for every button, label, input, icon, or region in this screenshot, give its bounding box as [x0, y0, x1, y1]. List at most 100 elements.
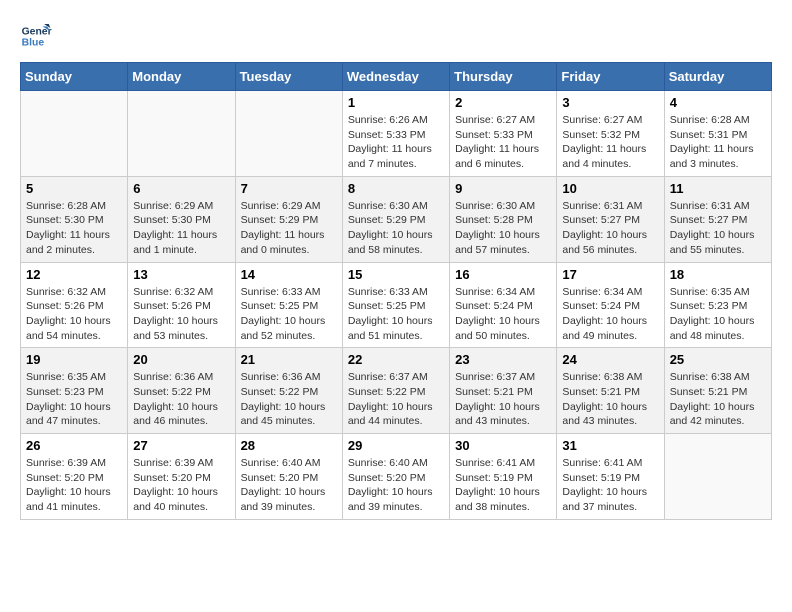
calendar-week-row: 12 Sunrise: 6:32 AMSunset: 5:26 PMDayligh…	[21, 262, 772, 348]
day-info: Sunrise: 6:40 AMSunset: 5:20 PMDaylight:…	[241, 456, 337, 515]
day-number: 14	[241, 267, 337, 282]
day-number: 25	[670, 352, 766, 367]
day-number: 28	[241, 438, 337, 453]
day-info: Sunrise: 6:33 AMSunset: 5:25 PMDaylight:…	[241, 285, 337, 344]
calendar-week-row: 26 Sunrise: 6:39 AMSunset: 5:20 PMDayligh…	[21, 434, 772, 520]
calendar-cell: 2 Sunrise: 6:27 AMSunset: 5:33 PMDaylight…	[450, 91, 557, 177]
weekday-header-tuesday: Tuesday	[235, 63, 342, 91]
day-info: Sunrise: 6:36 AMSunset: 5:22 PMDaylight:…	[133, 370, 229, 429]
calendar-cell	[21, 91, 128, 177]
day-number: 4	[670, 95, 766, 110]
logo: General Blue	[20, 20, 56, 52]
svg-text:Blue: Blue	[22, 38, 45, 49]
day-info: Sunrise: 6:38 AMSunset: 5:21 PMDaylight:…	[562, 370, 658, 429]
day-number: 17	[562, 267, 658, 282]
weekday-header-monday: Monday	[128, 63, 235, 91]
day-info: Sunrise: 6:31 AMSunset: 5:27 PMDaylight:…	[670, 199, 766, 258]
calendar-cell: 23 Sunrise: 6:37 AMSunset: 5:21 PMDayligh…	[450, 348, 557, 434]
calendar-cell: 1 Sunrise: 6:26 AMSunset: 5:33 PMDaylight…	[342, 91, 449, 177]
day-info: Sunrise: 6:37 AMSunset: 5:22 PMDaylight:…	[348, 370, 444, 429]
calendar-cell: 9 Sunrise: 6:30 AMSunset: 5:28 PMDaylight…	[450, 176, 557, 262]
day-info: Sunrise: 6:41 AMSunset: 5:19 PMDaylight:…	[455, 456, 551, 515]
day-number: 18	[670, 267, 766, 282]
day-info: Sunrise: 6:36 AMSunset: 5:22 PMDaylight:…	[241, 370, 337, 429]
calendar-cell: 8Sunrise: 6:30 AMSunset: 5:29 PMDaylight…	[342, 176, 449, 262]
day-info: Sunrise: 6:29 AMSunset: 5:29 PMDaylight:…	[241, 199, 337, 258]
day-info: Sunrise: 6:37 AMSunset: 5:21 PMDaylight:…	[455, 370, 551, 429]
day-number: 11	[670, 181, 766, 196]
calendar-cell: 20 Sunrise: 6:36 AMSunset: 5:22 PMDayligh…	[128, 348, 235, 434]
calendar-cell: 28 Sunrise: 6:40 AMSunset: 5:20 PMDayligh…	[235, 434, 342, 520]
calendar-cell: 16 Sunrise: 6:34 AMSunset: 5:24 PMDayligh…	[450, 262, 557, 348]
day-info: Sunrise: 6:31 AMSunset: 5:27 PMDaylight:…	[562, 199, 658, 258]
weekday-header-row: SundayMondayTuesdayWednesdayThursdayFrid…	[21, 63, 772, 91]
day-number: 3	[562, 95, 658, 110]
calendar-cell: 24 Sunrise: 6:38 AMSunset: 5:21 PMDayligh…	[557, 348, 664, 434]
calendar-cell: 29Sunrise: 6:40 AMSunset: 5:20 PMDayligh…	[342, 434, 449, 520]
day-info: Sunrise: 6:38 AMSunset: 5:21 PMDaylight:…	[670, 370, 766, 429]
day-number: 16	[455, 267, 551, 282]
day-info: Sunrise: 6:33 AMSunset: 5:25 PMDaylight:…	[348, 285, 444, 344]
day-info: Sunrise: 6:39 AMSunset: 5:20 PMDaylight:…	[26, 456, 122, 515]
day-info: Sunrise: 6:30 AMSunset: 5:29 PMDaylight:…	[348, 199, 444, 258]
day-info: Sunrise: 6:32 AMSunset: 5:26 PMDaylight:…	[133, 285, 229, 344]
day-number: 21	[241, 352, 337, 367]
day-info: Sunrise: 6:28 AMSunset: 5:30 PMDaylight:…	[26, 199, 122, 258]
page-header: General Blue	[20, 20, 772, 52]
weekday-header-wednesday: Wednesday	[342, 63, 449, 91]
day-number: 23	[455, 352, 551, 367]
day-number: 7	[241, 181, 337, 196]
day-number: 9	[455, 181, 551, 196]
calendar-cell: 10 Sunrise: 6:31 AMSunset: 5:27 PMDayligh…	[557, 176, 664, 262]
calendar-cell	[235, 91, 342, 177]
calendar-cell: 26 Sunrise: 6:39 AMSunset: 5:20 PMDayligh…	[21, 434, 128, 520]
day-number: 12	[26, 267, 122, 282]
day-info: Sunrise: 6:32 AMSunset: 5:26 PMDaylight:…	[26, 285, 122, 344]
logo-icon: General Blue	[20, 20, 52, 52]
day-number: 24	[562, 352, 658, 367]
weekday-header-saturday: Saturday	[664, 63, 771, 91]
day-number: 2	[455, 95, 551, 110]
day-info: Sunrise: 6:26 AMSunset: 5:33 PMDaylight:…	[348, 113, 444, 172]
day-info: Sunrise: 6:39 AMSunset: 5:20 PMDaylight:…	[133, 456, 229, 515]
calendar-cell: 21 Sunrise: 6:36 AMSunset: 5:22 PMDayligh…	[235, 348, 342, 434]
day-number: 6	[133, 181, 229, 196]
weekday-header-friday: Friday	[557, 63, 664, 91]
day-info: Sunrise: 6:35 AMSunset: 5:23 PMDaylight:…	[26, 370, 122, 429]
day-number: 5	[26, 181, 122, 196]
day-info: Sunrise: 6:35 AMSunset: 5:23 PMDaylight:…	[670, 285, 766, 344]
calendar-cell: 14 Sunrise: 6:33 AMSunset: 5:25 PMDayligh…	[235, 262, 342, 348]
day-number: 31	[562, 438, 658, 453]
weekday-header-sunday: Sunday	[21, 63, 128, 91]
calendar-cell: 19 Sunrise: 6:35 AMSunset: 5:23 PMDayligh…	[21, 348, 128, 434]
day-info: Sunrise: 6:30 AMSunset: 5:28 PMDaylight:…	[455, 199, 551, 258]
day-number: 1	[348, 95, 444, 110]
calendar-cell: 6 Sunrise: 6:29 AMSunset: 5:30 PMDaylight…	[128, 176, 235, 262]
day-info: Sunrise: 6:29 AMSunset: 5:30 PMDaylight:…	[133, 199, 229, 258]
day-number: 27	[133, 438, 229, 453]
calendar-cell: 31Sunrise: 6:41 AMSunset: 5:19 PMDayligh…	[557, 434, 664, 520]
calendar-cell: 30 Sunrise: 6:41 AMSunset: 5:19 PMDayligh…	[450, 434, 557, 520]
day-number: 15	[348, 267, 444, 282]
day-number: 30	[455, 438, 551, 453]
calendar-cell: 25 Sunrise: 6:38 AMSunset: 5:21 PMDayligh…	[664, 348, 771, 434]
day-number: 22	[348, 352, 444, 367]
day-number: 19	[26, 352, 122, 367]
calendar-cell	[128, 91, 235, 177]
calendar-cell: 27 Sunrise: 6:39 AMSunset: 5:20 PMDayligh…	[128, 434, 235, 520]
calendar-cell: 3 Sunrise: 6:27 AMSunset: 5:32 PMDaylight…	[557, 91, 664, 177]
calendar-cell: 18 Sunrise: 6:35 AMSunset: 5:23 PMDayligh…	[664, 262, 771, 348]
day-info: Sunrise: 6:27 AMSunset: 5:32 PMDaylight:…	[562, 113, 658, 172]
day-info: Sunrise: 6:28 AMSunset: 5:31 PMDaylight:…	[670, 113, 766, 172]
day-number: 20	[133, 352, 229, 367]
day-info: Sunrise: 6:34 AMSunset: 5:24 PMDaylight:…	[455, 285, 551, 344]
day-info: Sunrise: 6:27 AMSunset: 5:33 PMDaylight:…	[455, 113, 551, 172]
day-info: Sunrise: 6:40 AMSunset: 5:20 PMDaylight:…	[348, 456, 444, 515]
day-number: 26	[26, 438, 122, 453]
calendar-week-row: 1 Sunrise: 6:26 AMSunset: 5:33 PMDaylight…	[21, 91, 772, 177]
calendar-cell	[664, 434, 771, 520]
calendar-cell: 22 Sunrise: 6:37 AMSunset: 5:22 PMDayligh…	[342, 348, 449, 434]
day-number: 10	[562, 181, 658, 196]
calendar-cell: 15 Sunrise: 6:33 AMSunset: 5:25 PMDayligh…	[342, 262, 449, 348]
day-info: Sunrise: 6:34 AMSunset: 5:24 PMDaylight:…	[562, 285, 658, 344]
